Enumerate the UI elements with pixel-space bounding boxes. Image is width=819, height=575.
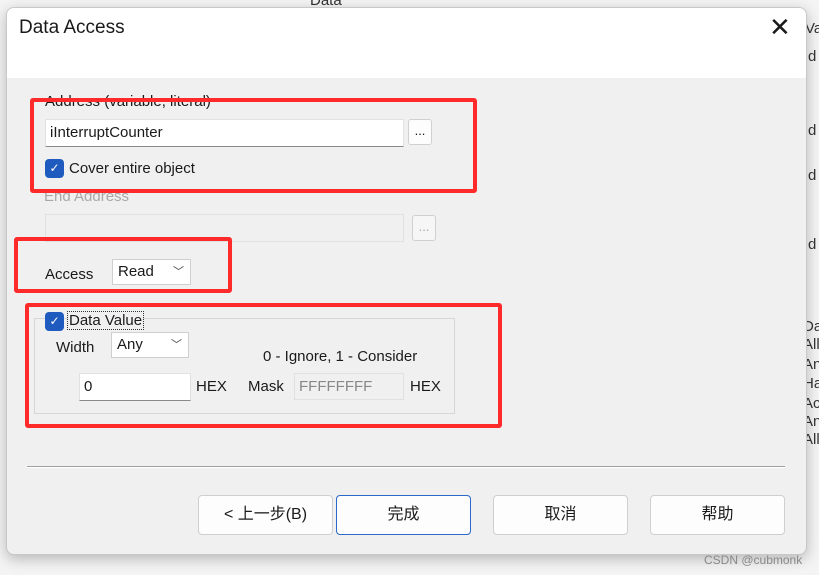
annotation-box-access bbox=[14, 237, 232, 293]
back-button[interactable]: < 上一步(B) bbox=[198, 495, 333, 535]
annotation-box-address bbox=[30, 98, 477, 193]
finish-button[interactable]: 完成 bbox=[336, 495, 471, 535]
dialog-title: Data Access bbox=[19, 17, 125, 38]
background-text: d bbox=[808, 167, 817, 184]
background-text: d bbox=[808, 122, 817, 139]
cancel-button[interactable]: 取消 bbox=[493, 495, 628, 535]
divider bbox=[27, 466, 785, 468]
title-bar: Data Access ✕ bbox=[7, 8, 806, 78]
data-access-dialog: Data Access ✕ Address (variable, literal… bbox=[6, 7, 807, 555]
end-address-browse-button[interactable]: ... bbox=[412, 215, 436, 241]
background-text: d bbox=[808, 236, 817, 253]
background-text: Va bbox=[805, 20, 819, 37]
close-icon[interactable]: ✕ bbox=[769, 14, 791, 40]
annotation-box-data-value bbox=[25, 303, 502, 428]
watermark: CSDN @cubmonk bbox=[704, 553, 803, 567]
background-text: d bbox=[808, 48, 817, 65]
help-button[interactable]: 帮助 bbox=[650, 495, 785, 535]
